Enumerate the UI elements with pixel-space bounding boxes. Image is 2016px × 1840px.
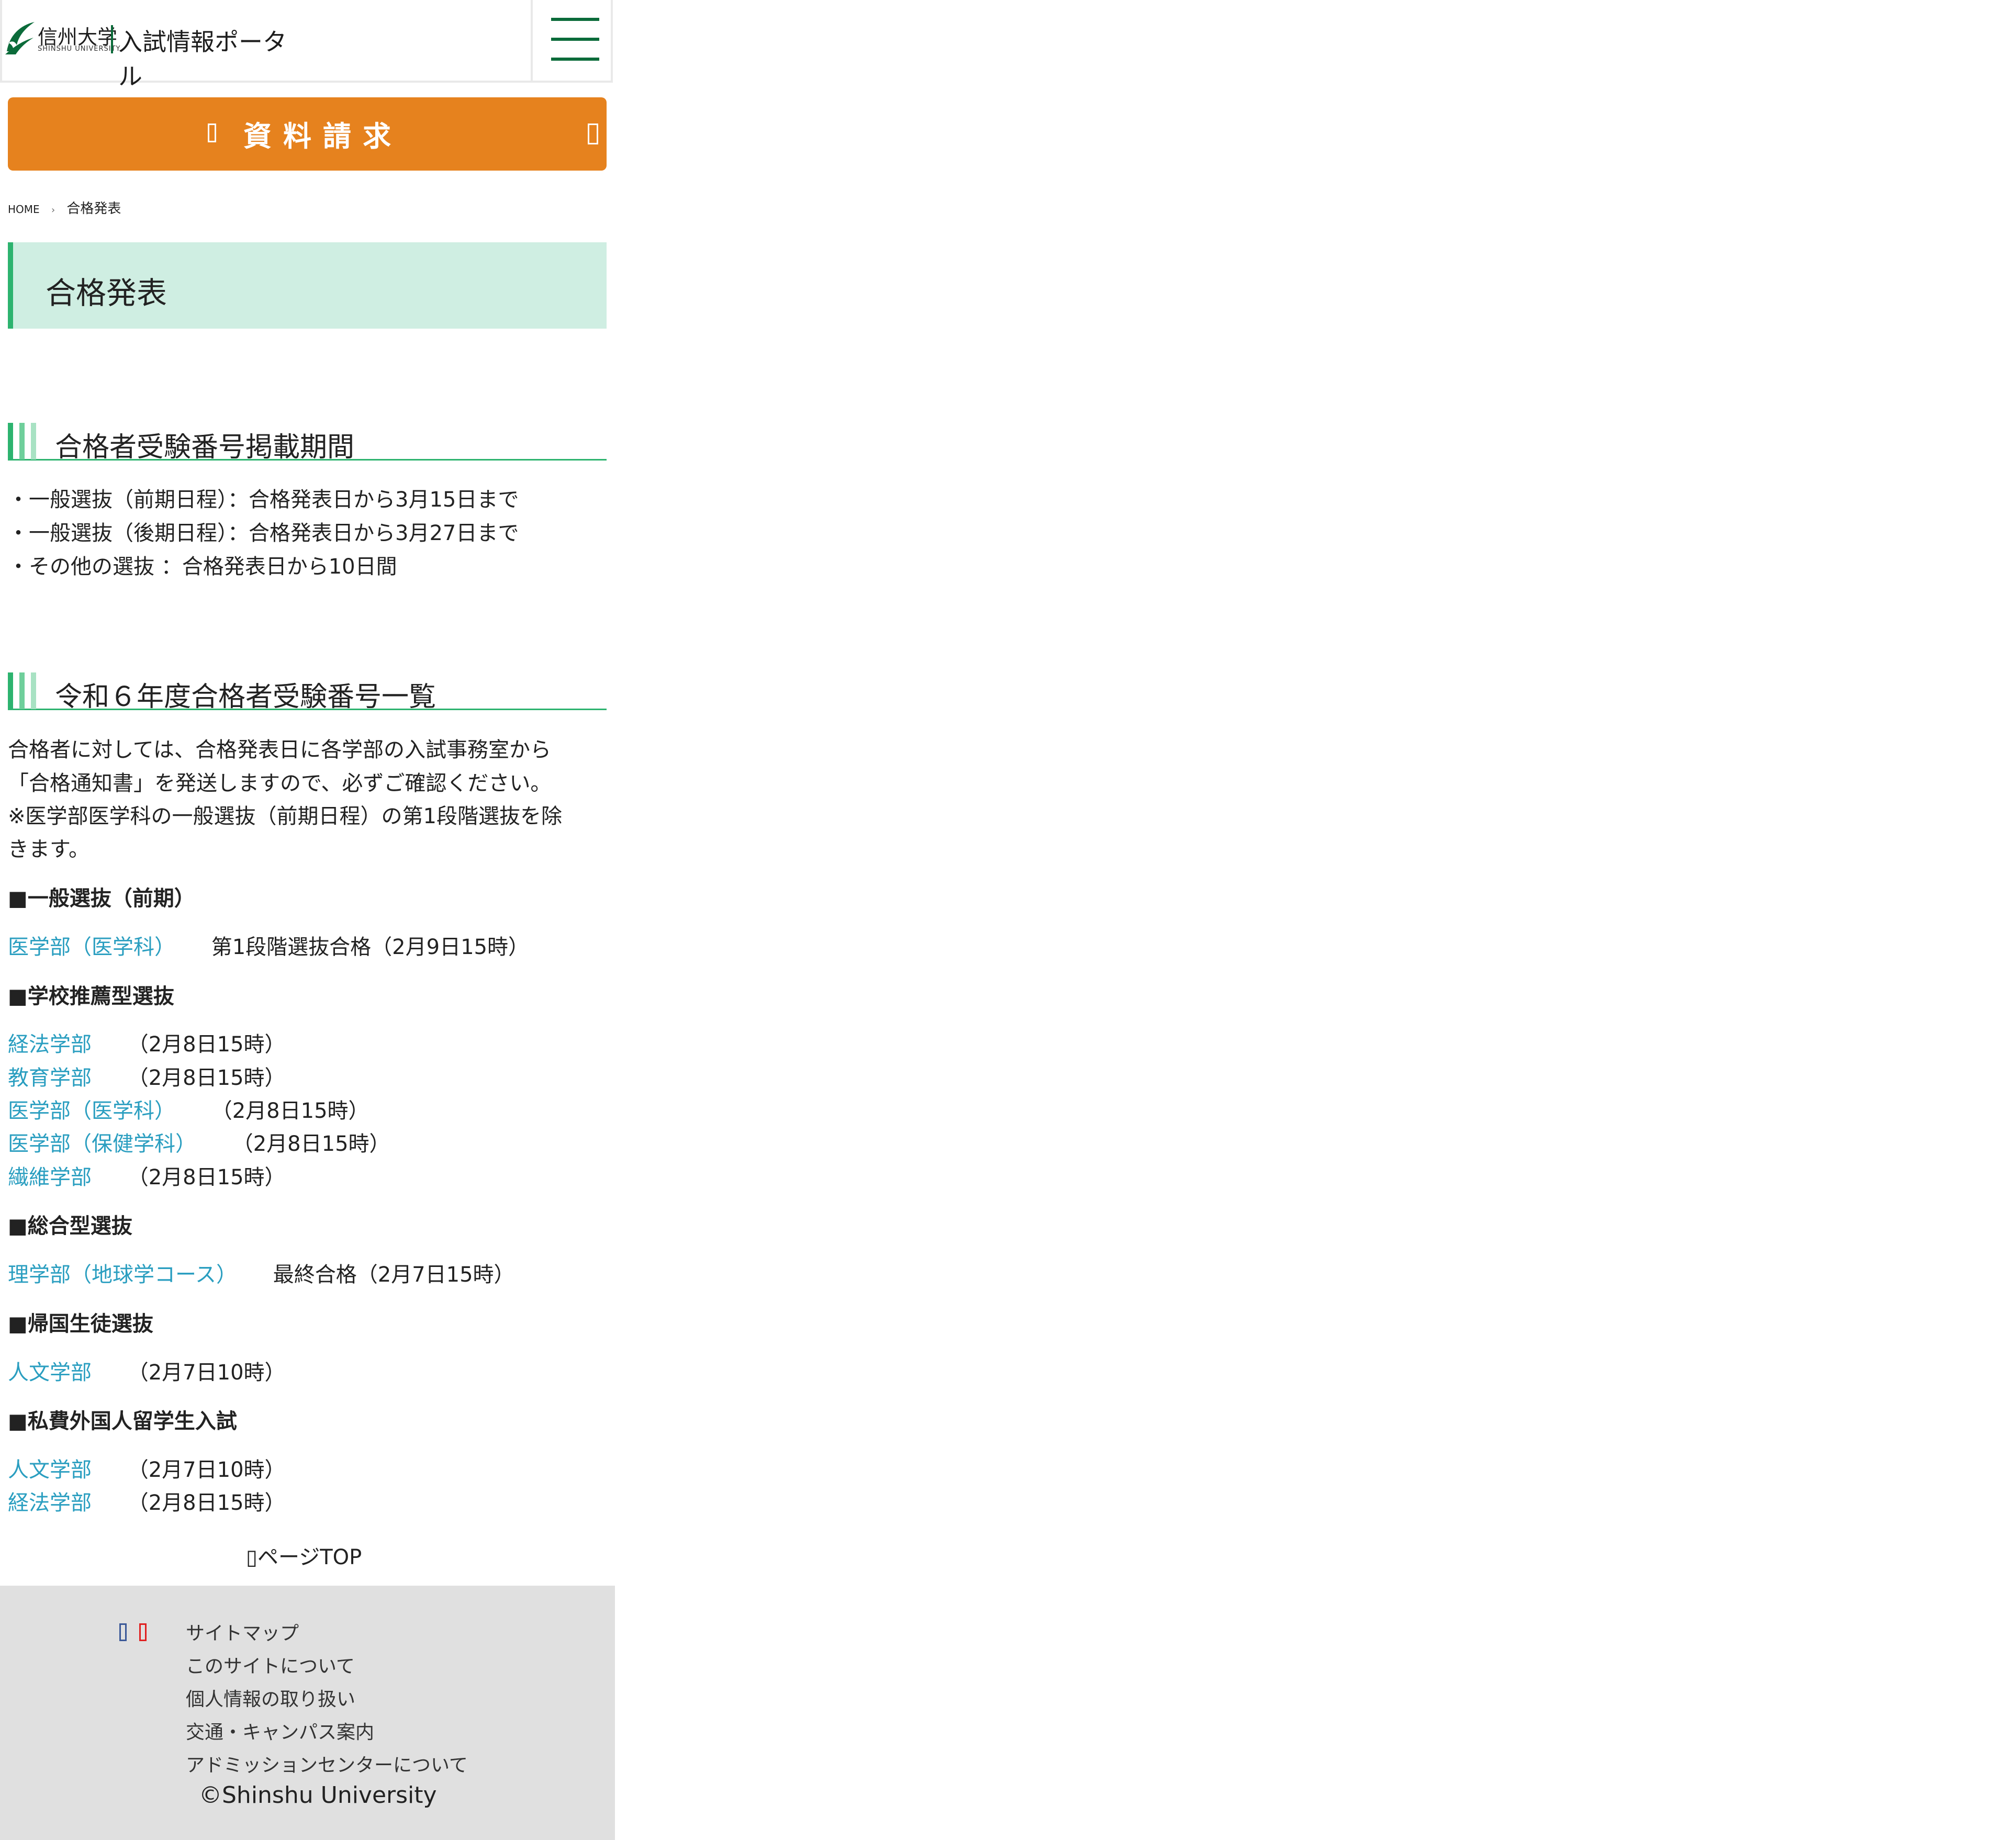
page-title-box: 合格発表 — [8, 242, 607, 329]
group-title: ■帰国生徒選抜 — [8, 1312, 153, 1336]
footer-link-admission-center[interactable]: アドミッションセンターについて — [186, 1750, 468, 1777]
request-label: 資料請求 — [243, 120, 402, 153]
list-item: 経法学部 （2月8日15時） — [8, 1027, 286, 1058]
list-item: 医学部（保健学科） （2月8日15時） — [8, 1127, 390, 1157]
footer-link-privacy[interactable]: 個人情報の取り扱い — [186, 1684, 355, 1711]
result-note: （2月8日15時） — [211, 1099, 369, 1123]
result-link[interactable]: 人文学部 — [8, 1361, 92, 1385]
intro-line: きます。 — [8, 837, 89, 861]
period-heading-text: 合格者受験番号掲載期間 — [55, 432, 355, 463]
request-materials-button[interactable]: 資料請求 — [8, 97, 607, 171]
list-heading: 令和６年度合格者受験番号一覧 — [8, 663, 607, 713]
logo-divider — [111, 25, 113, 53]
footer-link-access[interactable]: 交通・キャンパス案内 — [186, 1717, 374, 1744]
result-note: （2月8日15時） — [127, 1165, 286, 1190]
result-note: 最終合格（2月7日15時） — [273, 1263, 515, 1287]
intro-line: 「合格通知書」を発送しますので、必ずご確認ください。 — [8, 771, 552, 795]
list-item: 教育学部 （2月8日15時） — [8, 1061, 286, 1091]
result-link[interactable]: 教育学部 — [8, 1066, 92, 1090]
period-item: ・一般選抜（前期日程）：合格発表日から3月15日まで — [8, 488, 519, 512]
page: 信州大学 SHINSHU UNIVERSITY 入試情報ポータル 資料請求 HO… — [0, 0, 615, 1840]
intro-line: 合格者に対しては、合格発表日に各学部の入試事務室から — [8, 738, 551, 762]
result-link[interactable]: 医学部（医学科） — [8, 935, 175, 959]
result-link[interactable]: 医学部（医学科） — [8, 1099, 175, 1123]
arrow-icon — [588, 124, 598, 144]
list-item: 医学部（医学科） 第1段階選抜合格（2月9日15時） — [8, 930, 529, 960]
list-heading-text: 令和６年度合格者受験番号一覧 — [55, 681, 436, 713]
page-title: 合格発表 — [46, 275, 167, 311]
result-note: （2月8日15時） — [127, 1491, 286, 1515]
list-item: 経法学部 （2月8日15時） — [8, 1486, 286, 1516]
page-top-label: ページTOP — [257, 1545, 362, 1569]
shinshu-logo-icon — [5, 22, 35, 54]
list-item: 理学部（地球学コース） 最終合格（2月7日15時） — [8, 1258, 515, 1288]
site-logo[interactable]: 信州大学 SHINSHU UNIVERSITY 入試情報ポータル — [4, 18, 297, 91]
result-link[interactable]: 人文学部 — [8, 1458, 92, 1482]
list-item: 人文学部 （2月7日10時） — [8, 1355, 286, 1386]
hamburger-menu-icon[interactable] — [531, 0, 615, 81]
result-link[interactable]: 医学部（保健学科） — [8, 1132, 196, 1156]
result-note: 第1段階選抜合格（2月9日15時） — [211, 935, 529, 959]
list-item: 繊維学部 （2月8日15時） — [8, 1160, 286, 1191]
breadcrumb-home-link[interactable]: HOME — [8, 203, 40, 216]
result-link[interactable]: 繊維学部 — [8, 1165, 92, 1190]
group-title: ■総合型選抜 — [8, 1214, 132, 1238]
result-note: （2月7日10時） — [127, 1458, 286, 1482]
list-item: 人文学部 （2月7日10時） — [8, 1453, 286, 1483]
site-footer: サイトマップ このサイトについて 個人情報の取り扱い 交通・キャンパス案内 アド… — [0, 1586, 615, 1840]
document-icon — [208, 124, 216, 142]
site-header: 信州大学 SHINSHU UNIVERSITY 入試情報ポータル — [0, 0, 615, 91]
period-heading: 合格者受験番号掲載期間 — [8, 413, 607, 463]
facebook-icon[interactable] — [119, 1623, 127, 1641]
result-note: （2月8日15時） — [127, 1033, 286, 1057]
footer-link-about-site[interactable]: このサイトについて — [186, 1651, 355, 1678]
result-link[interactable]: 経法学部 — [8, 1491, 92, 1515]
breadcrumb: HOME › 合格発表 — [8, 198, 121, 217]
breadcrumb-current: 合格発表 — [66, 201, 121, 217]
youtube-icon[interactable] — [139, 1623, 147, 1641]
group-title: ■私費外国人留学生入試 — [8, 1409, 237, 1433]
heading-bars-icon — [8, 672, 39, 709]
portal-title: 入試情報ポータル — [118, 28, 287, 91]
result-note: （2月7日10時） — [127, 1361, 286, 1385]
result-link[interactable]: 経法学部 — [8, 1033, 92, 1057]
group-title: ■一般選抜（前期） — [8, 887, 195, 911]
list-item: 医学部（医学科） （2月8日15時） — [8, 1094, 369, 1124]
result-link[interactable]: 理学部（地球学コース） — [8, 1263, 237, 1287]
page-top-link[interactable]: ▯ページTOP — [246, 1540, 362, 1570]
result-note: （2月8日15時） — [232, 1132, 390, 1156]
footer-link-sitemap[interactable]: サイトマップ — [186, 1618, 299, 1645]
period-item: ・その他の選抜 ：合格発表日から10日間 — [8, 555, 397, 579]
group-title: ■学校推薦型選抜 — [8, 984, 174, 1008]
copyright: ©Shinshu University — [199, 1782, 437, 1809]
arrow-up-icon: ▯ — [246, 1545, 258, 1569]
chevron-right-icon: › — [51, 205, 55, 216]
univ-name-en: SHINSHU UNIVERSITY — [38, 45, 121, 53]
result-note: （2月8日15時） — [127, 1066, 286, 1090]
period-item: ・一般選抜（後期日程）：合格発表日から3月27日まで — [8, 521, 519, 545]
heading-bars-icon — [8, 423, 39, 459]
intro-line: ※医学部医学科の一般選抜（前期日程）の第1段階選抜を除 — [8, 804, 562, 828]
